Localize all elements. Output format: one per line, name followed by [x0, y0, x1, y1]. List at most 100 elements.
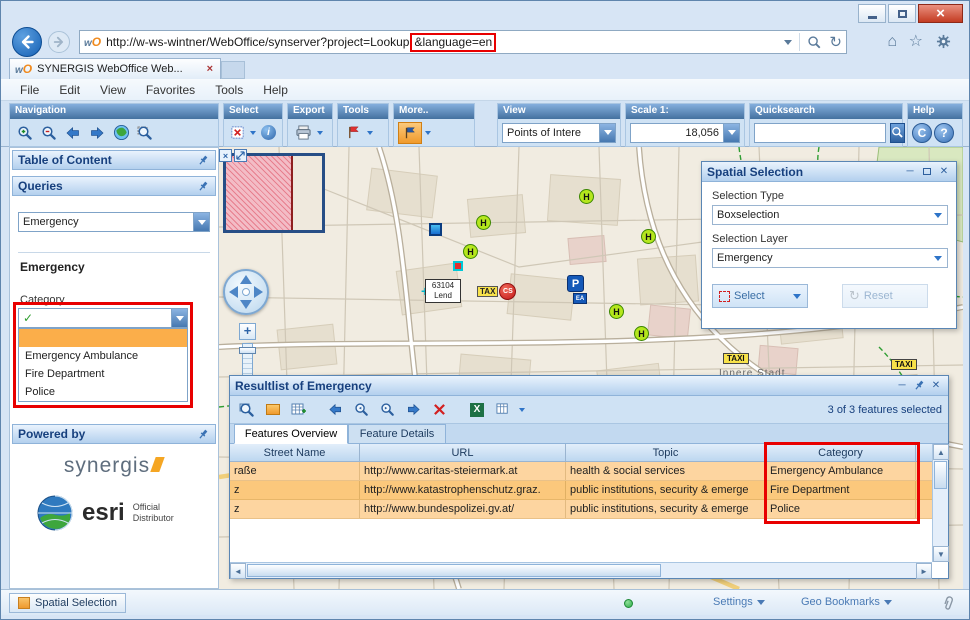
cell-street-name[interactable]: z [230, 500, 360, 518]
spatial-selection-task-button[interactable]: Spatial Selection [9, 593, 126, 613]
resultlist-minimize-icon[interactable]: ─ [895, 379, 909, 393]
remove-selection-icon[interactable] [428, 399, 450, 421]
overview-close-icon[interactable]: × [219, 149, 232, 162]
menu-favorites[interactable]: Favorites [137, 81, 204, 99]
selection-type-caret[interactable] [934, 213, 942, 218]
table-row[interactable]: raße http://www.caritas-steiermark.at he… [230, 462, 932, 481]
home-icon[interactable]: ⌂ [887, 33, 897, 51]
panel-float-icon[interactable] [920, 165, 934, 179]
zoom-out-icon[interactable] [38, 122, 60, 144]
window-maximize-button[interactable] [888, 4, 916, 23]
cell-street-name[interactable]: z [230, 481, 360, 499]
zoom-slider-handle[interactable] [239, 347, 256, 354]
zoom-in-icon[interactable] [14, 122, 36, 144]
selected-feature-marker[interactable] [453, 261, 463, 271]
overview-resize-icon[interactable] [234, 149, 247, 162]
table-vertical-scrollbar[interactable]: ▲ ▼ [932, 444, 948, 562]
search-icon[interactable] [807, 35, 822, 50]
active-tool-highlight[interactable] [398, 122, 422, 144]
scroll-up-icon[interactable]: ▲ [933, 444, 949, 460]
cell-url[interactable]: http://www.katastrophenschutz.graz. [360, 481, 566, 499]
pan-center-icon[interactable] [242, 288, 250, 296]
hospital-marker[interactable]: H [579, 189, 594, 204]
horizontal-scroll-thumb[interactable] [247, 564, 661, 577]
queries-panel-header[interactable]: Queries [12, 176, 216, 196]
scale-select[interactable]: 18,056 [630, 123, 740, 143]
query-select[interactable]: Emergency [18, 212, 210, 232]
tax-cs-marker[interactable]: TAX CS [477, 283, 516, 300]
clear-selection-tool-icon[interactable] [228, 122, 247, 144]
more-dropdown-icon[interactable] [425, 131, 431, 135]
powered-pin-icon[interactable] [196, 427, 210, 441]
map-zoom-in-button[interactable]: + [239, 323, 256, 340]
highlight-selection-icon[interactable] [262, 399, 284, 421]
resultlist-close-icon[interactable]: ✕ [929, 379, 943, 393]
address-dropdown-icon[interactable] [784, 40, 792, 45]
info-icon[interactable]: i [259, 122, 278, 144]
select-dropdown-icon[interactable] [250, 131, 256, 135]
scroll-right-icon[interactable]: ► [916, 563, 932, 579]
quicksearch-input[interactable] [754, 123, 886, 143]
toc-panel-header[interactable]: Table of Content [12, 150, 216, 170]
tab-features-overview[interactable]: Features Overview [234, 424, 348, 444]
cell-topic[interactable]: health & social services [566, 462, 766, 480]
new-tab-button[interactable] [221, 61, 245, 79]
dropdown-option-police[interactable]: Police [19, 383, 187, 401]
table-export-caret[interactable] [519, 408, 525, 412]
menu-view[interactable]: View [91, 81, 135, 99]
cell-url[interactable]: http://www.bundespolizei.gv.at/ [360, 500, 566, 518]
overview-map[interactable] [223, 153, 325, 233]
cell-topic[interactable]: public institutions, security & emerge [566, 500, 766, 518]
view-select-caret[interactable] [599, 124, 615, 142]
browser-back-button[interactable] [12, 27, 42, 57]
zoom-to-selected-icon[interactable] [236, 399, 258, 421]
window-titlebar[interactable]: × [1, 1, 969, 27]
print-icon[interactable] [292, 122, 314, 144]
excel-export-icon[interactable]: X [466, 399, 488, 421]
last-feature-icon[interactable] [402, 399, 424, 421]
category-select[interactable]: ✓ [18, 308, 188, 328]
tools-dropdown-icon[interactable] [367, 131, 373, 135]
pan-north-icon[interactable] [240, 275, 252, 284]
help-button[interactable]: ? [934, 123, 954, 143]
dropdown-option-ambulance[interactable]: Emergency Ambulance [19, 347, 187, 365]
favorites-star-icon[interactable]: ☆ [909, 33, 923, 51]
queries-pin-icon[interactable] [196, 179, 210, 193]
zoom-window-icon[interactable] [134, 122, 156, 144]
settings-menu[interactable]: Settings [713, 596, 765, 608]
column-header-category[interactable]: Category [766, 444, 916, 461]
export-dropdown-icon[interactable] [317, 131, 323, 135]
menu-edit[interactable]: Edit [50, 81, 89, 99]
scroll-down-icon[interactable]: ▼ [933, 546, 949, 562]
menu-tools[interactable]: Tools [206, 81, 252, 99]
hospital-marker[interactable]: H [609, 304, 624, 319]
selection-type-select[interactable]: Boxselection [712, 205, 948, 225]
window-minimize-button[interactable] [858, 4, 886, 23]
hospital-marker[interactable]: H [641, 229, 656, 244]
first-feature-icon[interactable] [324, 399, 346, 421]
browser-tab[interactable]: wO SYNERGIS WebOffice Web... × [9, 58, 221, 79]
vertical-scroll-thumb[interactable] [934, 461, 947, 489]
hospital-marker[interactable]: H [634, 326, 649, 341]
previous-extent-icon[interactable] [62, 122, 84, 144]
cell-category[interactable]: Fire Department [766, 481, 916, 499]
attachment-paperclip-icon[interactable] [938, 593, 958, 616]
table-export-icon[interactable] [492, 399, 514, 421]
menu-file[interactable]: File [11, 81, 48, 99]
address-bar-input[interactable]: wO http://w-ws-wintner/WebOffice/synserv… [79, 30, 847, 54]
flag-tool-icon[interactable] [342, 122, 364, 144]
pan-east-icon[interactable] [254, 286, 263, 298]
table-row[interactable]: z http://www.bundespolizei.gv.at/ public… [230, 500, 932, 519]
panel-close-icon[interactable]: ✕ [937, 165, 951, 179]
tab-feature-details[interactable]: Feature Details [348, 424, 446, 444]
window-close-button[interactable]: × [918, 4, 963, 23]
quicksearch-button[interactable] [890, 123, 905, 143]
cell-url[interactable]: http://www.caritas-steiermark.at [360, 462, 566, 480]
map-pan-control[interactable] [223, 269, 269, 315]
next-feature-icon[interactable] [376, 399, 398, 421]
cell-category[interactable]: Police [766, 500, 916, 518]
pan-west-icon[interactable] [229, 286, 238, 298]
browser-forward-button[interactable] [48, 31, 70, 53]
scroll-left-icon[interactable]: ◄ [230, 563, 246, 579]
column-header-url[interactable]: URL [360, 444, 566, 461]
